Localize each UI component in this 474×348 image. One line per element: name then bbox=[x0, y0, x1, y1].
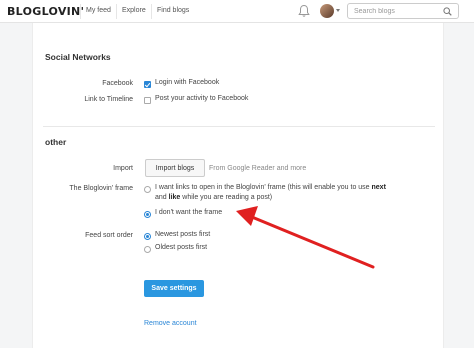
facebook-login-checkbox[interactable] bbox=[144, 81, 151, 88]
remove-account-link[interactable]: Remove account bbox=[144, 320, 197, 327]
frame-option-like-word: like bbox=[168, 194, 181, 201]
bloglovin-logo[interactable]: BLOGLOVIN' bbox=[7, 5, 84, 18]
import-hint-text: From Google Reader and more bbox=[209, 165, 307, 172]
sort-newest-option-text: Newest posts first bbox=[155, 231, 211, 238]
nav-divider bbox=[116, 4, 117, 19]
import-blogs-button[interactable]: Import blogs bbox=[145, 159, 205, 177]
nav-explore[interactable]: Explore bbox=[122, 7, 146, 14]
frame-option-text-part: while you are reading a post) bbox=[180, 194, 273, 201]
sort-newest-radio[interactable] bbox=[144, 233, 151, 240]
frame-option-text-part: and bbox=[155, 194, 169, 201]
frame-open-in-frame-option-text: I want links to open in the Bloglovin' f… bbox=[155, 183, 425, 203]
frame-no-frame-radio[interactable] bbox=[144, 211, 151, 218]
nav-find-blogs[interactable]: Find blogs bbox=[157, 7, 189, 14]
section-title-other: other bbox=[45, 137, 67, 147]
user-avatar[interactable] bbox=[320, 4, 334, 18]
section-divider bbox=[43, 126, 435, 127]
notifications-bell-icon[interactable] bbox=[298, 4, 310, 18]
nav-divider bbox=[151, 4, 152, 19]
section-title-social-networks: Social Networks bbox=[45, 52, 111, 62]
nav-my-feed[interactable]: My feed bbox=[86, 7, 111, 14]
feed-sort-order-label: Feed sort order bbox=[85, 232, 133, 239]
facebook-label: Facebook bbox=[102, 80, 133, 87]
frame-option-text-part: I want links to open in the Bloglovin' f… bbox=[155, 184, 372, 191]
frame-no-frame-option-text: I don't want the frame bbox=[155, 209, 223, 216]
facebook-login-option-text: Login with Facebook bbox=[155, 79, 220, 86]
import-label: Import bbox=[113, 165, 133, 172]
bloglovin-frame-label: The Bloglovin' frame bbox=[69, 185, 133, 192]
link-to-timeline-label: Link to Timeline bbox=[84, 96, 133, 103]
search-input[interactable] bbox=[354, 6, 442, 17]
settings-panel: Social Networks Facebook Login with Face… bbox=[32, 23, 444, 348]
sort-oldest-option-text: Oldest posts first bbox=[155, 244, 208, 251]
search-box bbox=[347, 3, 459, 19]
frame-option-next-word: next bbox=[371, 184, 386, 191]
search-icon[interactable] bbox=[443, 7, 452, 16]
nav-divider bbox=[80, 4, 81, 19]
frame-open-in-frame-radio[interactable] bbox=[144, 186, 151, 193]
top-navigation-bar: BLOGLOVIN' My feed Explore Find blogs bbox=[0, 0, 474, 23]
post-activity-option-text: Post your activity to Facebook bbox=[155, 95, 249, 102]
post-activity-checkbox[interactable] bbox=[144, 97, 151, 104]
save-settings-button[interactable]: Save settings bbox=[144, 280, 204, 297]
chevron-down-icon[interactable] bbox=[336, 9, 340, 12]
sort-oldest-radio[interactable] bbox=[144, 246, 151, 253]
